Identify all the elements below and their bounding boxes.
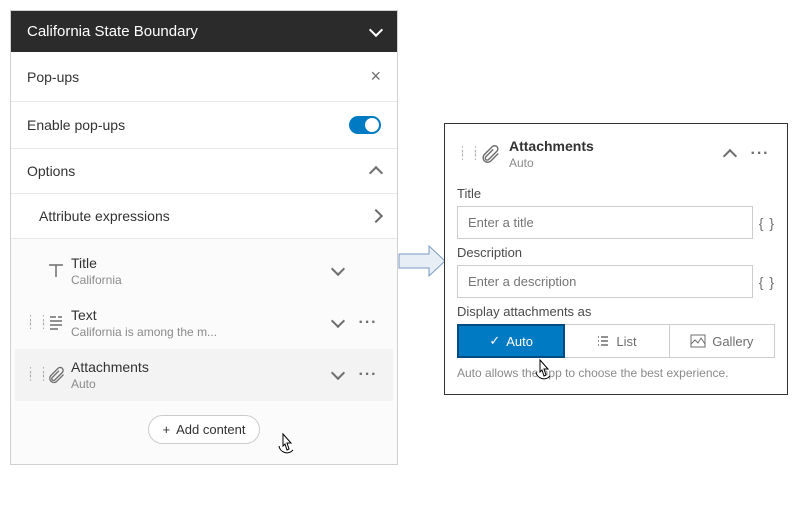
item-sub: California is among the m...	[71, 325, 323, 339]
check-icon: ✓	[489, 333, 500, 349]
popups-title: Pop-ups	[27, 69, 79, 85]
item-label: Title	[71, 255, 323, 271]
item-label: Attachments	[71, 359, 323, 375]
title-input[interactable]	[457, 206, 753, 239]
attr-expr-label: Attribute expressions	[39, 208, 170, 224]
more-button[interactable]: ···	[353, 314, 383, 332]
content-list: ⋮⋮ Title California ··· ⋮⋮⋮⋮ Text Califo…	[11, 238, 397, 464]
chevron-down-icon[interactable]	[369, 22, 383, 36]
layer-title: California State Boundary	[27, 23, 198, 40]
attribute-expressions-row[interactable]: Attribute expressions	[11, 194, 397, 238]
display-as-label: Display attachments as	[457, 304, 775, 319]
drag-handle-icon[interactable]: ⋮⋮⋮⋮	[25, 370, 37, 380]
item-text: Title California	[71, 255, 323, 287]
detail-title-block: Attachments Auto	[509, 138, 715, 170]
layer-header: California State Boundary	[11, 11, 397, 52]
collapse-button[interactable]	[715, 147, 745, 161]
seg-auto-button[interactable]: ✓ Auto	[457, 324, 565, 358]
helper-text: Auto allows the app to choose the best e…	[457, 366, 775, 380]
title-field-label: Title	[457, 186, 775, 201]
item-sub: California	[71, 273, 323, 287]
options-row[interactable]: Options	[11, 149, 397, 194]
chevron-up-icon	[369, 166, 383, 180]
drag-handle-icon[interactable]: ⋮⋮⋮⋮	[25, 318, 37, 328]
arrow-connector-icon	[397, 244, 447, 278]
expand-button[interactable]	[323, 368, 353, 382]
more-button[interactable]: ···	[353, 366, 383, 384]
seg-auto-label: Auto	[506, 334, 533, 349]
cursor-pointer-icon	[277, 432, 295, 454]
braces-icon[interactable]: { }	[759, 274, 775, 290]
popups-header-row: Pop-ups ×	[11, 52, 397, 102]
braces-icon[interactable]: { }	[759, 215, 775, 231]
drag-handle-icon[interactable]: ⋮⋮⋮⋮	[457, 149, 469, 159]
description-field-label: Description	[457, 245, 775, 260]
content-item-text[interactable]: ⋮⋮⋮⋮ Text California is among the m... ·…	[15, 297, 393, 349]
gallery-icon	[690, 334, 706, 348]
item-text: Attachments Auto	[71, 359, 323, 391]
attachment-icon	[475, 143, 505, 165]
add-content-button[interactable]: + Add content	[148, 415, 261, 444]
enable-popups-row: Enable pop-ups	[11, 102, 397, 149]
description-input[interactable]	[457, 265, 753, 298]
seg-gallery-button[interactable]: Gallery	[669, 325, 774, 357]
chevron-right-icon	[369, 209, 383, 223]
detail-header: ⋮⋮⋮⋮ Attachments Auto ···	[457, 134, 775, 180]
text-icon	[41, 313, 71, 333]
enable-popups-toggle[interactable]	[349, 116, 381, 134]
popup-config-panel: California State Boundary Pop-ups × Enab…	[10, 10, 398, 465]
more-button[interactable]: ···	[745, 145, 775, 163]
item-text: Text California is among the m...	[71, 307, 323, 339]
cursor-pointer-icon	[534, 358, 552, 380]
close-icon[interactable]: ×	[370, 66, 381, 87]
display-mode-segmented: ✓ Auto List Gallery	[457, 324, 775, 358]
detail-header-label: Attachments	[509, 138, 715, 154]
content-item-title[interactable]: ⋮⋮ Title California ···	[15, 245, 393, 297]
title-icon	[41, 261, 71, 281]
plus-icon: +	[163, 422, 171, 437]
list-icon	[596, 334, 610, 348]
seg-list-button[interactable]: List	[564, 325, 668, 357]
add-content-label: Add content	[176, 422, 245, 437]
content-item-attachments[interactable]: ⋮⋮⋮⋮ Attachments Auto ···	[15, 349, 393, 401]
attachment-icon	[41, 365, 71, 385]
seg-gallery-label: Gallery	[712, 334, 753, 349]
item-label: Text	[71, 307, 323, 323]
attachments-detail-panel: ⋮⋮⋮⋮ Attachments Auto ··· Title { } Desc…	[444, 123, 788, 395]
enable-popups-label: Enable pop-ups	[27, 117, 125, 133]
item-sub: Auto	[71, 377, 323, 391]
expand-button[interactable]	[323, 264, 353, 278]
expand-button[interactable]	[323, 316, 353, 330]
detail-header-sub: Auto	[509, 156, 715, 170]
options-label: Options	[27, 163, 75, 179]
seg-list-label: List	[616, 334, 636, 349]
